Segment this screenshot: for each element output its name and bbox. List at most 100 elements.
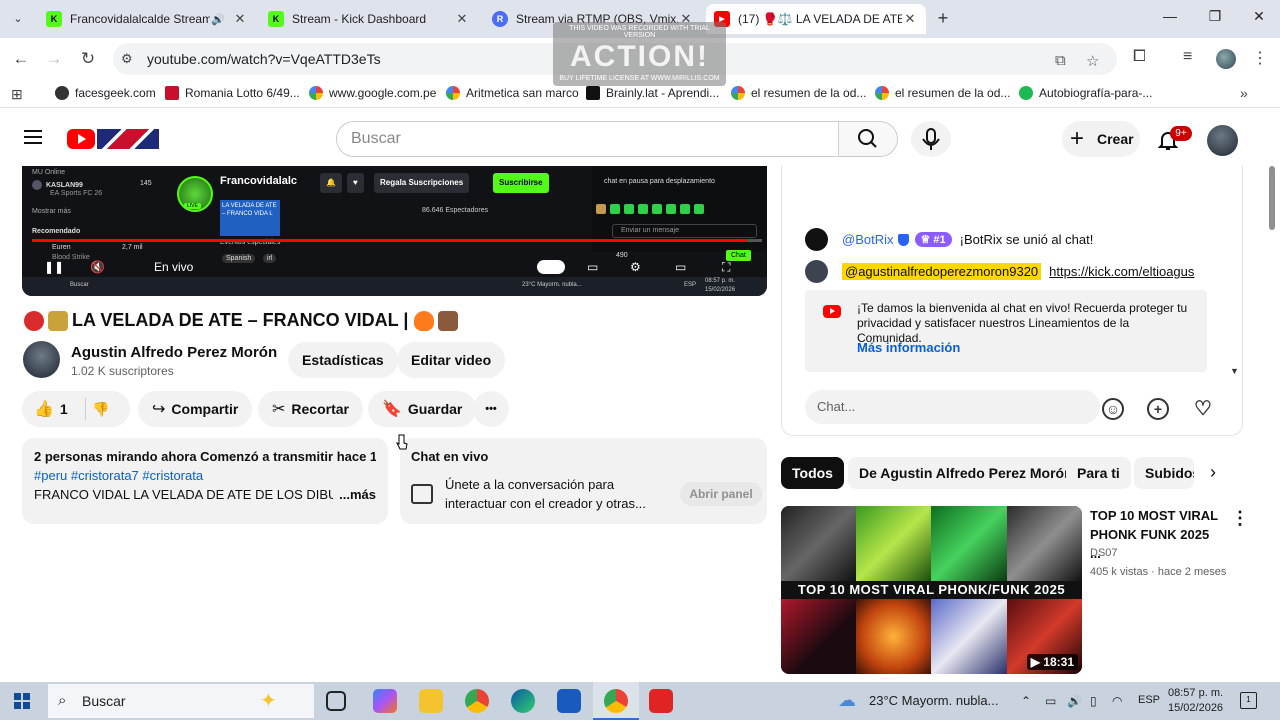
bookmark-item[interactable]: el resumen de la od... (731, 86, 866, 100)
chevron-right-icon[interactable]: › (1210, 462, 1216, 483)
bookmarks-overflow-icon[interactable]: » (1240, 85, 1248, 101)
recommendation-channel[interactable]: DS07 (1090, 547, 1118, 559)
bookmark-item[interactable]: Brainly.lat - Aprendi... (586, 86, 719, 100)
chip-channel[interactable]: De Agustin Alfredo Perez Morón (848, 457, 1084, 489)
bookmark-item[interactable]: www.google.com.pe (309, 86, 436, 100)
live-indicator[interactable]: En vivo (154, 260, 193, 274)
more-info-link[interactable]: Más información (857, 340, 960, 355)
taskbar-clock[interactable]: 08:57 p. m. 15/02/2026 (1168, 686, 1223, 716)
forward-icon[interactable]: → (43, 48, 65, 70)
task-view-icon[interactable] (326, 691, 346, 711)
account-avatar[interactable] (1207, 125, 1238, 156)
windows-start-icon[interactable] (14, 693, 30, 709)
heart-icon[interactable]: ♡ (1192, 398, 1214, 420)
edit-video-button[interactable]: Editar video (397, 342, 506, 378)
dislike-icon[interactable]: 👎 (92, 391, 109, 427)
like-icon[interactable]: 👍 (34, 392, 54, 428)
close-icon[interactable]: ✕ (454, 11, 470, 27)
subtitles-icon[interactable]: ▭ (587, 260, 598, 274)
word-icon[interactable] (557, 689, 581, 713)
speaker-icon[interactable]: 🔊 (210, 13, 226, 26)
scroll-down-icon[interactable]: ▼ (1230, 366, 1239, 376)
volume-icon[interactable]: 🔊 (1067, 694, 1082, 708)
theater-mode-icon[interactable]: ▭ (675, 260, 686, 274)
close-icon[interactable]: ✕ (902, 11, 918, 27)
bookmark-item[interactable]: Romania Lotto 6/49... (165, 86, 300, 100)
bookmark-item[interactable]: el resumen de la od... (875, 86, 1010, 100)
chat-author-highlighted[interactable]: @agustinalfredoperezmoron9320 (842, 263, 1042, 280)
edge-icon[interactable] (511, 689, 535, 713)
player-progress-bar[interactable] (32, 239, 762, 242)
wifi-icon[interactable]: ◠ (1112, 694, 1122, 708)
bookmark-item[interactable]: facesgeek.com (55, 86, 156, 100)
more-actions-button[interactable]: ••• (473, 391, 509, 427)
back-icon[interactable]: ← (10, 48, 32, 70)
description-card[interactable]: 2 personas mirando ahora Comenzó a trans… (22, 438, 388, 524)
menu-kebab-icon[interactable]: ⋮ (1252, 48, 1268, 68)
tab-youtube-active[interactable]: ▶ (17) 🥊⚖️ LA VELADA DE ATE - ✕ (706, 4, 926, 34)
media-control-icon[interactable]: ≡ (1183, 48, 1192, 66)
recommendation-thumbnail[interactable]: TOP 10 MOST VIRAL PHONK/FUNK 2025 ▶ 18:3… (781, 506, 1082, 674)
search-input[interactable]: Buscar (336, 121, 839, 157)
video-player[interactable]: MU Online KASLAN99 145 EA Sports FC 26 M… (22, 166, 767, 296)
tray-chevron-up-icon[interactable]: ⌃ (1021, 694, 1031, 708)
tab-search-chevron-icon[interactable]: ⌄ (8, 9, 28, 29)
settings-gear-icon[interactable]: ⚙ (630, 260, 641, 274)
open-panel-button[interactable]: Abrir panel (680, 482, 762, 506)
add-icon[interactable]: + (1147, 398, 1169, 420)
youtube-logo-icon[interactable] (67, 129, 95, 149)
tray-device-icon[interactable]: ▭ (1045, 694, 1056, 708)
bookmark-star-icon[interactable]: ☆ (1086, 52, 1099, 70)
chat-input[interactable]: Chat... (805, 390, 1100, 424)
profile-avatar[interactable] (1216, 49, 1236, 69)
hamburger-menu-icon[interactable] (24, 130, 42, 144)
extensions-icon[interactable]: ⧠ (1133, 48, 1146, 66)
weather-widget[interactable]: 23°C Mayorm. nubla... (869, 693, 999, 708)
channel-name[interactable]: Agustin Alfredo Perez Morón (71, 344, 277, 361)
scrollbar-thumb[interactable] (1269, 166, 1275, 230)
chrome-active-icon[interactable] (604, 689, 628, 713)
bookmark-item[interactable]: Autobiografía-para-... (1019, 86, 1152, 100)
new-tab-button[interactable]: + (933, 9, 953, 29)
clip-button[interactable]: ✂ Recortar (258, 391, 363, 427)
create-button[interactable]: + Crear (1062, 121, 1140, 157)
notification-center-icon[interactable]: 1 (1240, 692, 1257, 709)
description-hashtags[interactable]: #peru #cristorata7 #cristorata (34, 468, 376, 483)
battery-icon[interactable]: ▯ (1090, 694, 1097, 708)
tab-kick-dashboard[interactable]: K Stream - Kick Dashboard ✕ (260, 4, 478, 34)
install-app-icon[interactable]: ⧉ (1055, 52, 1066, 69)
minimize-icon[interactable]: — (1155, 8, 1185, 24)
autoplay-toggle[interactable] (537, 260, 565, 277)
reload-icon[interactable]: ↻ (77, 48, 99, 70)
window-close-icon[interactable]: ✕ (1244, 8, 1274, 25)
pause-icon[interactable]: ❚❚ (44, 260, 64, 274)
like-count[interactable]: 1 (60, 401, 68, 417)
voice-search-button[interactable] (911, 121, 951, 157)
chip-todos[interactable]: Todos (781, 457, 844, 489)
restore-icon[interactable]: ❐ (1200, 8, 1230, 25)
recommendation-menu-icon[interactable]: ⋮ (1231, 508, 1249, 529)
bookmark-item[interactable]: Aritmetica san marco (446, 86, 579, 100)
mute-icon[interactable]: 🔇 (90, 260, 105, 274)
action-recorder-icon[interactable] (649, 689, 673, 713)
tab-kick-stream[interactable]: K Francovidalalcalde Stream - 🔊 ✕ (38, 4, 256, 34)
search-button[interactable] (838, 121, 898, 157)
channel-avatar[interactable] (23, 341, 60, 378)
chip-para-ti[interactable]: Para ti (1066, 457, 1131, 489)
share-button[interactable]: ↪ Compartir (138, 391, 253, 427)
chat-link[interactable]: https://kick.com/eltioagus (1049, 264, 1194, 279)
statistics-button[interactable]: Estadísticas (288, 342, 398, 378)
site-info-icon[interactable]: ⚙ (121, 51, 133, 67)
apps-grid-icon[interactable]: ⊞ (11, 86, 23, 103)
chip-subidos[interactable]: Subidos (1134, 457, 1194, 489)
chrome-icon[interactable] (465, 689, 489, 713)
emoji-icon[interactable]: ☺ (1102, 398, 1124, 420)
save-button[interactable]: 🔖 Guardar (368, 391, 477, 427)
language-indicator[interactable]: ESP (1138, 694, 1160, 706)
copilot-icon[interactable] (373, 689, 397, 713)
page-scrollbar[interactable] (1268, 166, 1276, 680)
chat-author[interactable]: @BotRix (842, 232, 894, 247)
file-explorer-icon[interactable] (419, 689, 443, 713)
description-more-link[interactable]: ...más (339, 487, 376, 502)
close-icon[interactable]: ✕ (232, 11, 248, 27)
